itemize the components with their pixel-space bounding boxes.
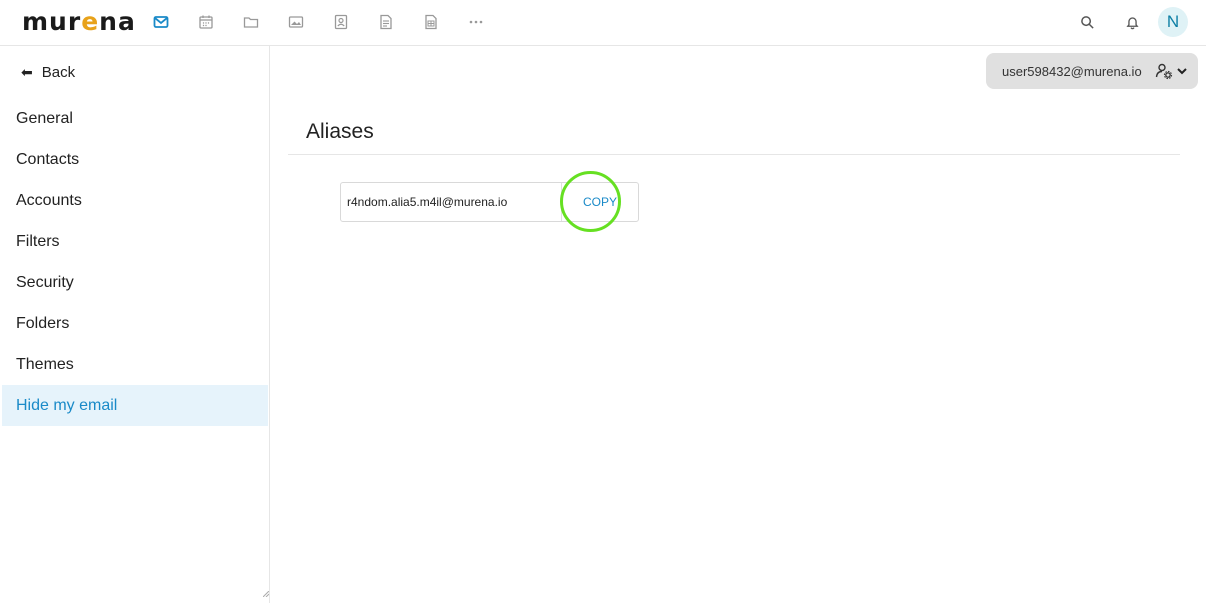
sidebar-item-themes[interactable]: Themes — [2, 344, 268, 385]
search-icon — [1080, 15, 1094, 29]
logo-text-e: e — [81, 7, 100, 36]
back-label: Back — [41, 64, 76, 81]
bell-icon — [1125, 16, 1139, 29]
sidebar-item-filters[interactable]: Filters — [2, 221, 268, 262]
alias-address: r4ndom.alia5.m4il@murena.io — [347, 195, 508, 209]
settings-sidebar: ⬅ Back General Contacts Accounts Filters… — [0, 46, 270, 603]
more-apps-button[interactable] — [462, 9, 489, 35]
folder-icon — [243, 17, 258, 28]
murena-logo[interactable]: murena — [22, 8, 136, 36]
photos-icon — [288, 16, 303, 28]
mail-app-button[interactable] — [147, 9, 174, 35]
calendar-app-button[interactable] — [192, 9, 219, 35]
header-actions: N — [1058, 6, 1188, 38]
contacts-app-button[interactable] — [327, 9, 354, 35]
logo-text-end: na — [99, 7, 136, 36]
main-content: Aliases r4ndom.alia5.m4il@murena.io COPY — [270, 46, 1206, 603]
app-switcher — [147, 9, 507, 35]
contacts-icon — [334, 14, 347, 30]
sidebar-item-security[interactable]: Security — [2, 262, 268, 303]
back-arrow-icon: ⬅ — [21, 64, 33, 80]
copy-button[interactable]: COPY — [561, 183, 638, 221]
notes-icon — [379, 14, 392, 30]
sidebar-item-general[interactable]: General — [2, 98, 268, 139]
photos-app-button[interactable] — [282, 9, 309, 35]
sidebar-item-accounts[interactable]: Accounts — [2, 180, 268, 221]
calendar-icon — [198, 15, 213, 29]
search-button[interactable] — [1071, 6, 1103, 38]
user-avatar[interactable]: N — [1158, 7, 1188, 37]
logo-text-start: mur — [22, 7, 82, 36]
notes-app-button[interactable] — [372, 9, 399, 35]
top-header: murena N — [0, 0, 1206, 46]
spreadsheet-icon — [424, 14, 437, 30]
notifications-button[interactable] — [1116, 6, 1148, 38]
spreadsheet-app-button[interactable] — [417, 9, 444, 35]
more-icon — [469, 20, 482, 24]
mail-icon — [153, 16, 168, 28]
title-divider — [288, 154, 1180, 155]
files-app-button[interactable] — [237, 9, 264, 35]
sidebar-item-contacts[interactable]: Contacts — [2, 139, 268, 180]
back-button[interactable]: ⬅ Back — [21, 64, 75, 81]
sidebar-item-hide-my-email[interactable]: Hide my email — [2, 385, 268, 426]
resize-handle-icon[interactable] — [263, 591, 269, 597]
alias-row: r4ndom.alia5.m4il@murena.io COPY — [340, 182, 639, 222]
sidebar-item-folders[interactable]: Folders — [2, 303, 268, 344]
page-title: Aliases — [306, 120, 374, 143]
settings-nav: General Contacts Accounts Filters Securi… — [2, 98, 268, 426]
